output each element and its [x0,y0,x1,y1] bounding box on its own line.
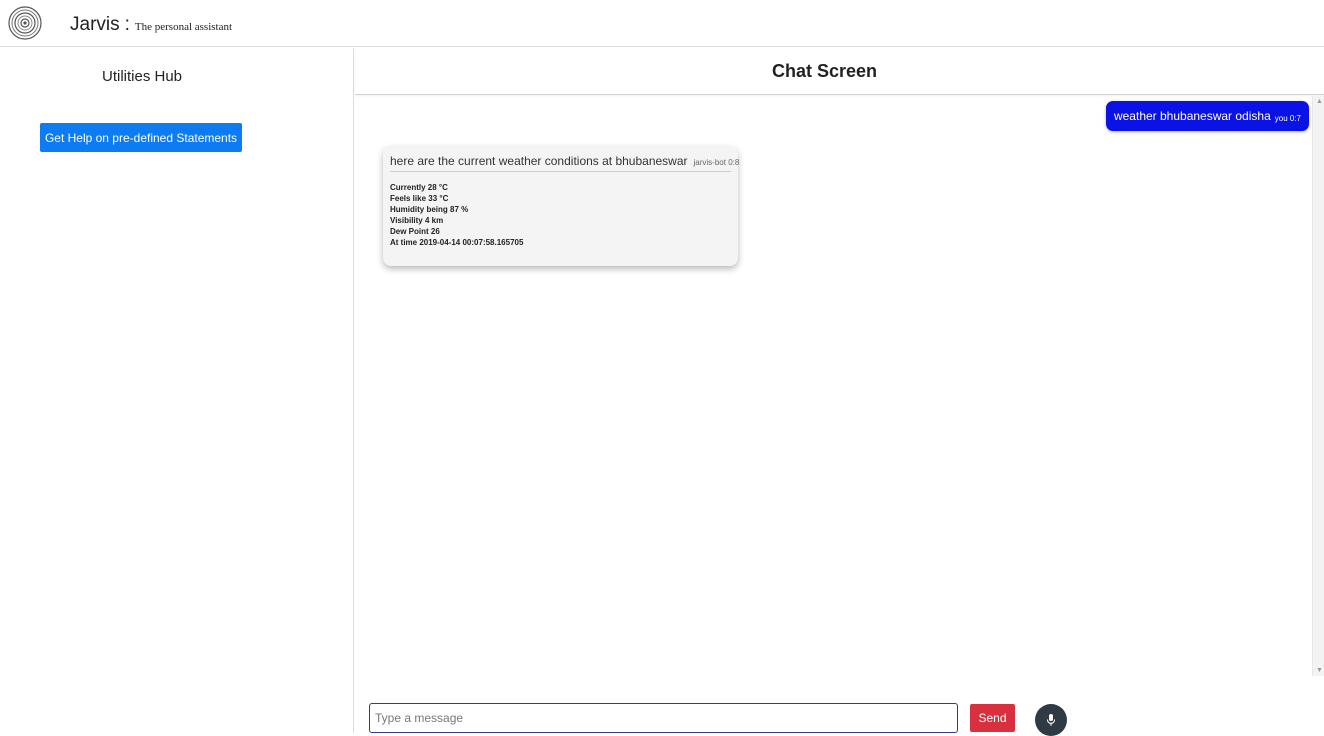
chat-title: Chat Screen [771,60,878,81]
bot-message-header: here are the current weather conditions … [390,154,739,172]
sidebar-title: Utilities Hub [101,68,183,85]
user-message-text: weather bhubaneswar odisha [1113,109,1271,123]
weather-timestamp: At time 2019-04-14 00:07:58.165705 [390,238,524,247]
user-message-meta: you 0:7 [1274,113,1301,123]
chat-panel: Chat Screen weather bhubaneswar odisha y… [355,48,1324,736]
scroll-down-arrow-icon[interactable]: ▼ [1316,667,1323,674]
weather-feels-like: Feels like 33 °C [390,194,449,203]
weather-humidity: Humidity being 87 % [390,205,469,214]
weather-dew-point: Dew Point 26 [390,227,440,236]
send-button[interactable]: Send [970,704,1015,732]
microphone-button[interactable] [1035,704,1067,736]
bot-message-meta: jarvis-bot 0:8 [693,158,740,167]
brand: Jarvis : The personal assistant [70,14,232,36]
help-predefined-statements-button[interactable]: Get Help on pre-defined Statements [40,123,242,152]
brand-name: Jarvis [70,14,120,35]
bot-message-bubble: here are the current weather conditions … [383,146,739,266]
message-input[interactable] [369,703,958,733]
brand-separator: : [124,14,130,35]
chat-messages-area[interactable]: weather bhubaneswar odisha you 0:7 here … [355,96,1324,676]
microphone-icon [1046,714,1056,726]
chat-header: Chat Screen [355,48,1324,95]
spiral-logo-icon [8,6,42,40]
user-message-bubble: weather bhubaneswar odisha you 0:7 [1105,101,1309,131]
message-composer: Send [355,676,1324,736]
bot-message-text: here are the current weather conditions … [390,154,688,168]
weather-currently: Currently 28 °C [390,183,448,192]
scroll-up-arrow-icon[interactable]: ▲ [1316,98,1323,105]
weather-details: Currently 28 °C Feels like 33 °C Humidit… [390,182,731,248]
brand-tagline: The personal assistant [134,21,233,33]
weather-visibility: Visibility 4 km [390,216,444,225]
chat-scrollbar[interactable]: ▲ ▼ [1312,96,1324,676]
utilities-sidebar: Utilities Hub Get Help on pre-defined St… [0,48,354,733]
top-bar: Jarvis : The personal assistant [0,0,1324,47]
